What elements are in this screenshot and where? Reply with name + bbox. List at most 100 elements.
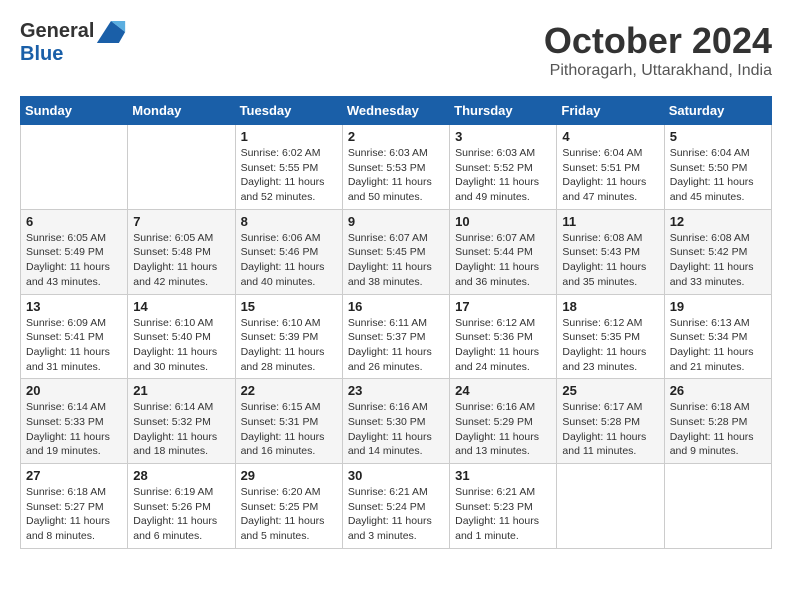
calendar-cell: 23Sunrise: 6:16 AMSunset: 5:30 PMDayligh… bbox=[342, 379, 449, 464]
logo: General Blue bbox=[20, 20, 126, 65]
calendar-cell: 17 Sunrise: 6:12 AMSunset: 5:36 PMDayligh… bbox=[450, 294, 557, 379]
calendar-cell: 24 Sunrise: 6:16 AMSunset: 5:29 PMDayligh… bbox=[450, 379, 557, 464]
calendar-cell: 4 Sunrise: 6:04 AMSunset: 5:51 PMDaylight… bbox=[557, 125, 664, 210]
day-number: 28 bbox=[133, 468, 229, 483]
day-number: 14 bbox=[133, 299, 229, 314]
day-info: Sunrise: 6:08 AMSunset: 5:42 PMDaylight:… bbox=[670, 231, 766, 290]
header-cell-thursday: Thursday bbox=[450, 97, 557, 125]
day-info: Sunrise: 6:15 AMSunset: 5:31 PMDaylight:… bbox=[241, 400, 337, 459]
calendar-cell: 25 Sunrise: 6:17 AMSunset: 5:28 PMDayligh… bbox=[557, 379, 664, 464]
day-number: 23 bbox=[348, 383, 444, 398]
day-info: Sunrise: 6:10 AMSunset: 5:39 PMDaylight:… bbox=[241, 316, 337, 375]
calendar-cell bbox=[21, 125, 128, 210]
logo-line2: Blue bbox=[20, 43, 126, 65]
day-info: Sunrise: 6:11 AMSunset: 5:37 PMDaylight:… bbox=[348, 316, 444, 375]
day-number: 17 bbox=[455, 299, 551, 314]
calendar-cell: 9Sunrise: 6:07 AMSunset: 5:45 PMDaylight… bbox=[342, 209, 449, 294]
title-area: October 2024 Pithoragarh, Uttarakhand, I… bbox=[544, 20, 772, 80]
day-info: Sunrise: 6:06 AMSunset: 5:46 PMDaylight:… bbox=[241, 231, 337, 290]
day-info: Sunrise: 6:20 AMSunset: 5:25 PMDaylight:… bbox=[241, 485, 337, 544]
day-number: 29 bbox=[241, 468, 337, 483]
day-info: Sunrise: 6:05 AMSunset: 5:49 PMDaylight:… bbox=[26, 231, 122, 290]
calendar-cell: 19Sunrise: 6:13 AMSunset: 5:34 PMDayligh… bbox=[664, 294, 771, 379]
calendar-cell: 13 Sunrise: 6:09 AMSunset: 5:41 PMDayligh… bbox=[21, 294, 128, 379]
day-number: 22 bbox=[241, 383, 337, 398]
header: General Blue October 2024 Pithoragarh, U… bbox=[20, 20, 772, 80]
day-info: Sunrise: 6:05 AMSunset: 5:48 PMDaylight:… bbox=[133, 231, 229, 290]
calendar-cell: 31 Sunrise: 6:21 AMSunset: 5:23 PMDayligh… bbox=[450, 464, 557, 549]
calendar-cell: 29 Sunrise: 6:20 AMSunset: 5:25 PMDayligh… bbox=[235, 464, 342, 549]
logo-icon bbox=[96, 21, 126, 43]
day-info: Sunrise: 6:09 AMSunset: 5:41 PMDaylight:… bbox=[26, 316, 122, 375]
header-cell-tuesday: Tuesday bbox=[235, 97, 342, 125]
day-info: Sunrise: 6:18 AMSunset: 5:28 PMDaylight:… bbox=[670, 400, 766, 459]
calendar-cell: 14 Sunrise: 6:10 AMSunset: 5:40 PMDayligh… bbox=[128, 294, 235, 379]
day-number: 16 bbox=[348, 299, 444, 314]
day-info: Sunrise: 6:03 AMSunset: 5:52 PMDaylight:… bbox=[455, 146, 551, 205]
calendar-cell: 1 Sunrise: 6:02 AMSunset: 5:55 PMDaylight… bbox=[235, 125, 342, 210]
day-number: 24 bbox=[455, 383, 551, 398]
day-number: 6 bbox=[26, 214, 122, 229]
calendar-cell: 10 Sunrise: 6:07 AMSunset: 5:44 PMDayligh… bbox=[450, 209, 557, 294]
calendar-cell: 28Sunrise: 6:19 AMSunset: 5:26 PMDayligh… bbox=[128, 464, 235, 549]
day-info: Sunrise: 6:12 AMSunset: 5:35 PMDaylight:… bbox=[562, 316, 658, 375]
day-number: 15 bbox=[241, 299, 337, 314]
day-number: 26 bbox=[670, 383, 766, 398]
calendar-cell: 27Sunrise: 6:18 AMSunset: 5:27 PMDayligh… bbox=[21, 464, 128, 549]
day-info: Sunrise: 6:03 AMSunset: 5:53 PMDaylight:… bbox=[348, 146, 444, 205]
header-cell-monday: Monday bbox=[128, 97, 235, 125]
day-info: Sunrise: 6:16 AMSunset: 5:29 PMDaylight:… bbox=[455, 400, 551, 459]
header-cell-wednesday: Wednesday bbox=[342, 97, 449, 125]
day-info: Sunrise: 6:21 AMSunset: 5:24 PMDaylight:… bbox=[348, 485, 444, 544]
calendar-cell: 15 Sunrise: 6:10 AMSunset: 5:39 PMDayligh… bbox=[235, 294, 342, 379]
calendar-cell: 3 Sunrise: 6:03 AMSunset: 5:52 PMDaylight… bbox=[450, 125, 557, 210]
calendar-header-row: SundayMondayTuesdayWednesdayThursdayFrid… bbox=[21, 97, 772, 125]
day-number: 20 bbox=[26, 383, 122, 398]
day-info: Sunrise: 6:14 AMSunset: 5:33 PMDaylight:… bbox=[26, 400, 122, 459]
calendar-table: SundayMondayTuesdayWednesdayThursdayFrid… bbox=[20, 96, 772, 549]
calendar-cell: 20 Sunrise: 6:14 AMSunset: 5:33 PMDayligh… bbox=[21, 379, 128, 464]
day-info: Sunrise: 6:17 AMSunset: 5:28 PMDaylight:… bbox=[562, 400, 658, 459]
calendar-week-4: 20 Sunrise: 6:14 AMSunset: 5:33 PMDayligh… bbox=[21, 379, 772, 464]
calendar-cell: 26 Sunrise: 6:18 AMSunset: 5:28 PMDayligh… bbox=[664, 379, 771, 464]
day-info: Sunrise: 6:10 AMSunset: 5:40 PMDaylight:… bbox=[133, 316, 229, 375]
day-number: 25 bbox=[562, 383, 658, 398]
day-number: 31 bbox=[455, 468, 551, 483]
calendar-cell: 5 Sunrise: 6:04 AMSunset: 5:50 PMDaylight… bbox=[664, 125, 771, 210]
calendar-week-1: 1 Sunrise: 6:02 AMSunset: 5:55 PMDaylight… bbox=[21, 125, 772, 210]
day-number: 2 bbox=[348, 129, 444, 144]
day-info: Sunrise: 6:04 AMSunset: 5:50 PMDaylight:… bbox=[670, 146, 766, 205]
day-info: Sunrise: 6:08 AMSunset: 5:43 PMDaylight:… bbox=[562, 231, 658, 290]
calendar-week-2: 6 Sunrise: 6:05 AMSunset: 5:49 PMDaylight… bbox=[21, 209, 772, 294]
day-number: 9 bbox=[348, 214, 444, 229]
day-info: Sunrise: 6:21 AMSunset: 5:23 PMDaylight:… bbox=[455, 485, 551, 544]
day-number: 3 bbox=[455, 129, 551, 144]
day-info: Sunrise: 6:02 AMSunset: 5:55 PMDaylight:… bbox=[241, 146, 337, 205]
calendar-week-3: 13 Sunrise: 6:09 AMSunset: 5:41 PMDayligh… bbox=[21, 294, 772, 379]
day-info: Sunrise: 6:04 AMSunset: 5:51 PMDaylight:… bbox=[562, 146, 658, 205]
day-number: 13 bbox=[26, 299, 122, 314]
calendar-cell: 30 Sunrise: 6:21 AMSunset: 5:24 PMDayligh… bbox=[342, 464, 449, 549]
calendar-cell: 6 Sunrise: 6:05 AMSunset: 5:49 PMDaylight… bbox=[21, 209, 128, 294]
calendar-cell: 7 Sunrise: 6:05 AMSunset: 5:48 PMDaylight… bbox=[128, 209, 235, 294]
day-number: 10 bbox=[455, 214, 551, 229]
calendar-cell: 22 Sunrise: 6:15 AMSunset: 5:31 PMDayligh… bbox=[235, 379, 342, 464]
day-info: Sunrise: 6:12 AMSunset: 5:36 PMDaylight:… bbox=[455, 316, 551, 375]
day-number: 4 bbox=[562, 129, 658, 144]
day-number: 1 bbox=[241, 129, 337, 144]
calendar-cell bbox=[128, 125, 235, 210]
day-number: 7 bbox=[133, 214, 229, 229]
header-cell-saturday: Saturday bbox=[664, 97, 771, 125]
calendar-cell: 16 Sunrise: 6:11 AMSunset: 5:37 PMDayligh… bbox=[342, 294, 449, 379]
day-number: 5 bbox=[670, 129, 766, 144]
calendar-week-5: 27Sunrise: 6:18 AMSunset: 5:27 PMDayligh… bbox=[21, 464, 772, 549]
calendar-cell: 8Sunrise: 6:06 AMSunset: 5:46 PMDaylight… bbox=[235, 209, 342, 294]
day-info: Sunrise: 6:07 AMSunset: 5:44 PMDaylight:… bbox=[455, 231, 551, 290]
day-info: Sunrise: 6:14 AMSunset: 5:32 PMDaylight:… bbox=[133, 400, 229, 459]
calendar-cell bbox=[557, 464, 664, 549]
calendar-body: 1 Sunrise: 6:02 AMSunset: 5:55 PMDaylight… bbox=[21, 125, 772, 549]
day-info: Sunrise: 6:18 AMSunset: 5:27 PMDaylight:… bbox=[26, 485, 122, 544]
day-number: 30 bbox=[348, 468, 444, 483]
day-number: 21 bbox=[133, 383, 229, 398]
day-number: 11 bbox=[562, 214, 658, 229]
